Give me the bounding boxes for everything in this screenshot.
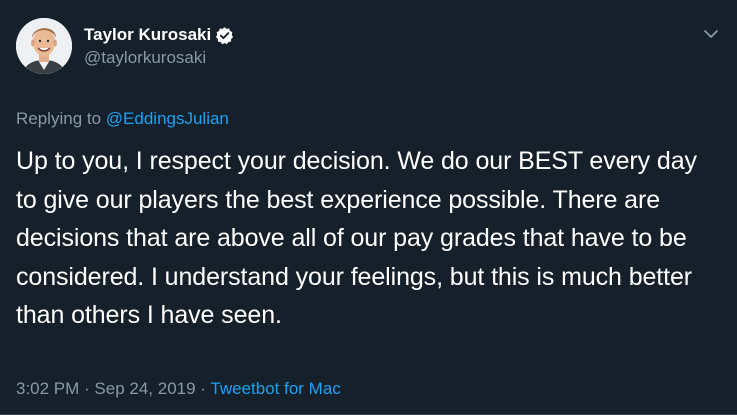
meta-separator: · [79,379,95,398]
replying-to: Replying to @EddingsJulian [16,108,721,130]
avatar-portrait-icon [16,18,72,74]
author-identity: Taylor Kurosaki @taylorkurosaki [84,24,234,69]
name-row: Taylor Kurosaki [84,24,234,46]
reply-mention-link[interactable]: @EddingsJulian [106,109,229,128]
chevron-down-icon[interactable] [701,24,721,44]
meta-separator: · [195,379,211,398]
tweet-time[interactable]: 3:02 PM [16,379,79,398]
avatar[interactable] [16,18,72,74]
tweet-date[interactable]: Sep 24, 2019 [94,379,195,398]
tweet-text: Up to you, I respect your decision. We d… [16,147,697,329]
verified-badge-icon [215,26,234,45]
tweet-header: Taylor Kurosaki @taylorkurosaki [16,14,721,86]
replying-to-label: Replying to [16,109,106,128]
tweet-card: Taylor Kurosaki @taylorkurosaki Replying… [0,0,737,415]
display-name[interactable]: Taylor Kurosaki [84,24,211,46]
tweet-meta: 3:02 PM · Sep 24, 2019 · Tweetbot for Ma… [16,378,341,400]
tweet-source-link[interactable]: Tweetbot for Mac [210,379,340,398]
author-handle[interactable]: @taylorkurosaki [84,47,234,69]
